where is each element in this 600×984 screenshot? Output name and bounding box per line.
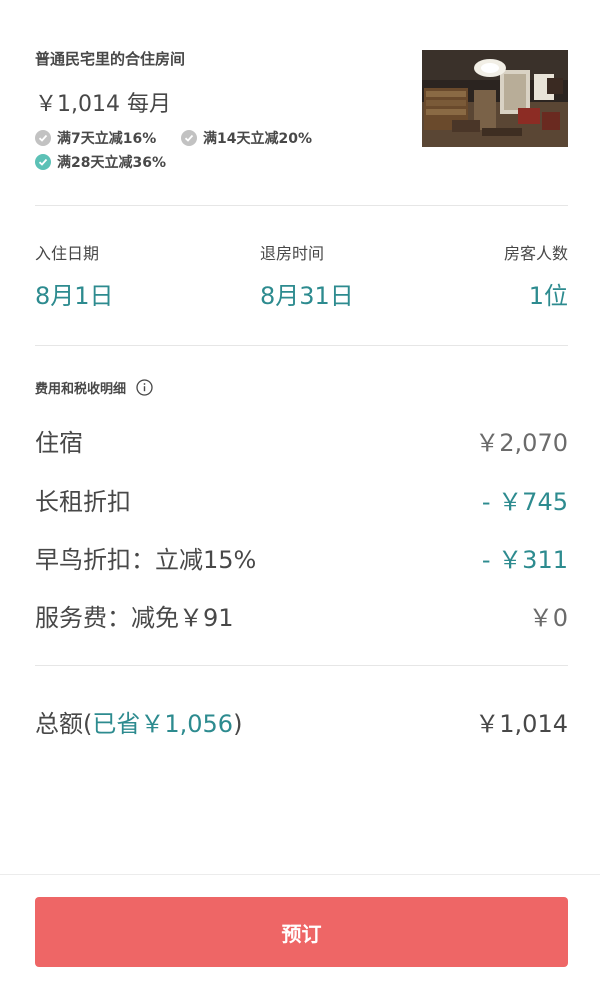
total-label-close: ) bbox=[233, 710, 243, 738]
discount-label: 满14天立减20% bbox=[203, 131, 312, 147]
discount-14-days: 满14天立减20% bbox=[181, 128, 312, 148]
fees-section-title: 费用和税收明细 bbox=[35, 378, 153, 397]
discount-label: 满7天立减16% bbox=[57, 131, 157, 147]
check-circle-icon bbox=[181, 130, 197, 146]
checkin-date[interactable]: 8月1日 bbox=[35, 276, 114, 311]
listing-photo[interactable] bbox=[422, 50, 568, 147]
listing-title: 普通民宅里的合住房间 bbox=[35, 50, 186, 68]
guests-count[interactable]: 1位 bbox=[504, 276, 568, 311]
booking-summary-page: 普通民宅里的合住房间 ￥1,014 每月 满7天立减16% 满14天立减20% … bbox=[0, 0, 600, 984]
checkout-field[interactable]: 退房时间 8月31日 bbox=[260, 240, 354, 311]
checkin-label: 入住日期 bbox=[35, 244, 100, 263]
guests-field[interactable]: 房客人数 1位 bbox=[504, 240, 568, 311]
book-button[interactable]: 预订 bbox=[35, 897, 568, 967]
fee-row-early-bird-discount: 早鸟折扣：立减15% - ￥311 bbox=[35, 540, 568, 575]
check-circle-icon bbox=[35, 130, 51, 146]
fee-amount: - ￥745 bbox=[481, 488, 568, 516]
fee-amount: ￥2,070 bbox=[475, 429, 568, 457]
total-label-group: 总额(已省￥1,056) bbox=[35, 704, 242, 739]
discount-label: 满28天立减36% bbox=[57, 155, 166, 171]
total-amount: ￥1,014 bbox=[475, 710, 568, 738]
divider bbox=[35, 345, 568, 346]
guests-label: 房客人数 bbox=[503, 244, 568, 263]
listing-summary: 普通民宅里的合住房间 ￥1,014 每月 满7天立减16% 满14天立减20% … bbox=[35, 48, 568, 178]
fee-label: 长租折扣 bbox=[35, 488, 131, 516]
fees-title-text: 费用和税收明细 bbox=[35, 382, 127, 397]
info-icon[interactable] bbox=[136, 379, 153, 396]
total-label: 总额( bbox=[35, 710, 93, 738]
fee-label: 住宿 bbox=[35, 429, 83, 457]
fee-label: 早鸟折扣：立减15% bbox=[35, 546, 257, 574]
total-saved: 已省￥1,056 bbox=[92, 710, 234, 738]
fee-row-lodging: 住宿 ￥2,070 bbox=[35, 423, 568, 458]
checkout-label: 退房时间 bbox=[260, 244, 325, 263]
fee-amount: ￥0 bbox=[528, 604, 568, 632]
discount-7-days: 满7天立减16% bbox=[35, 128, 156, 148]
fee-amount: - ￥311 bbox=[481, 546, 568, 574]
checkin-field[interactable]: 入住日期 8月1日 bbox=[35, 240, 114, 311]
check-circle-icon bbox=[35, 154, 51, 170]
checkout-date[interactable]: 8月31日 bbox=[260, 276, 354, 311]
fee-row-service-fee: 服务费：减免￥91 ￥0 bbox=[35, 598, 568, 633]
divider bbox=[35, 665, 568, 666]
fee-label: 服务费：减免￥91 bbox=[35, 604, 234, 632]
footer-bar: 预订 bbox=[0, 874, 600, 984]
discount-28-days: 满28天立减36% bbox=[35, 152, 166, 172]
listing-price: ￥1,014 每月 bbox=[35, 92, 171, 117]
total-row: 总额(已省￥1,056) ￥1,014 bbox=[35, 704, 568, 739]
fee-row-long-stay-discount: 长租折扣 - ￥745 bbox=[35, 482, 568, 517]
divider bbox=[35, 205, 568, 206]
stay-details: 入住日期 8月1日 退房时间 8月31日 房客人数 1位 bbox=[35, 240, 568, 320]
